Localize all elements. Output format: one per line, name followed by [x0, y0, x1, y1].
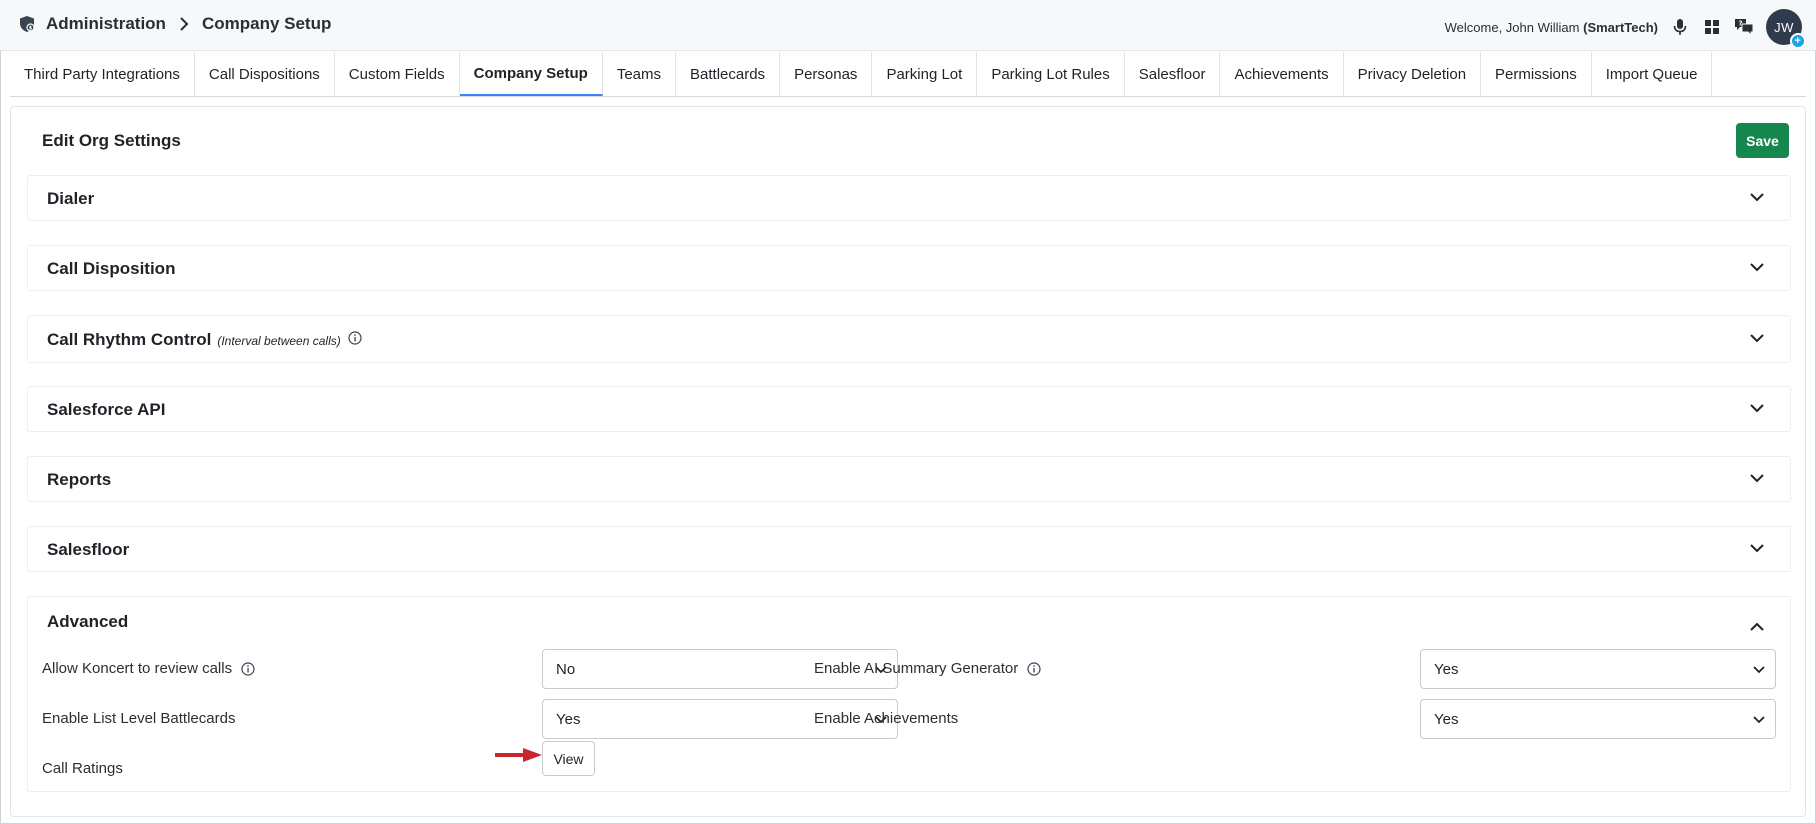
grid-icon[interactable]	[1702, 17, 1722, 37]
red-arrow-icon	[494, 747, 543, 768]
tab-personas[interactable]: Personas	[780, 52, 873, 96]
selected-value: Yes	[1434, 660, 1459, 678]
chevron-down-icon[interactable]	[1748, 399, 1766, 417]
welcome-text: Welcome, John William (SmartTech)	[1445, 20, 1658, 35]
section-call-rhythm-control[interactable]: Call Rhythm Control (Interval between ca…	[27, 315, 1791, 363]
tab-privacy-deletion[interactable]: Privacy Deletion	[1343, 52, 1482, 96]
save-button[interactable]: Save	[1736, 123, 1789, 158]
chevron-down-icon[interactable]	[1748, 329, 1766, 347]
chevron-down-icon[interactable]	[1748, 539, 1766, 557]
chevron-down-icon	[1751, 711, 1767, 727]
info-icon[interactable]	[347, 330, 363, 346]
breadcrumb: $ Administration Company Setup	[18, 14, 331, 34]
avatar-add-badge[interactable]: +	[1790, 33, 1806, 49]
info-icon[interactable]	[1026, 661, 1042, 677]
list-battlecards-label: Enable List Level Battlecards	[42, 710, 236, 727]
call-ratings-label: Call Ratings	[42, 760, 123, 777]
svg-text:?: ?	[1738, 20, 1742, 28]
header-actions: Welcome, John William (SmartTech) ? JW +	[1445, 9, 1806, 49]
tab-custom-fields[interactable]: Custom Fields	[334, 52, 460, 96]
section-title: Salesfloor	[47, 540, 130, 559]
achievements-select[interactable]: Yes	[1420, 699, 1776, 739]
shield-icon: $	[18, 15, 36, 33]
tab-achievements[interactable]: Achievements	[1220, 52, 1344, 96]
section-title: Advanced	[47, 612, 129, 631]
section-advanced: Advanced Allow Koncert to review calls N…	[27, 596, 1791, 792]
tab-battlecards[interactable]: Battlecards	[676, 52, 781, 96]
breadcrumb-root[interactable]: Administration	[46, 14, 166, 34]
section-title: Salesforce API	[47, 400, 166, 419]
tab-company-setup[interactable]: Company Setup	[459, 52, 603, 96]
tab-third-party-integrations[interactable]: Third Party Integrations	[10, 52, 195, 96]
avatar[interactable]: JW +	[1766, 9, 1806, 49]
admin-tabs: Third Party Integrations Call Dispositio…	[10, 52, 1806, 97]
tab-call-dispositions[interactable]: Call Dispositions	[194, 52, 335, 96]
selected-value: Yes	[556, 710, 581, 728]
page-title: Edit Org Settings	[42, 131, 181, 150]
svg-text:$: $	[29, 26, 33, 32]
section-reports[interactable]: Reports	[27, 456, 1791, 502]
selected-value: Yes	[1434, 710, 1459, 728]
section-title: Call Rhythm Control	[47, 330, 212, 349]
call-ratings-view-button[interactable]: View	[542, 741, 595, 776]
chevron-right-icon	[176, 16, 192, 32]
allow-review-label-group: Allow Koncert to review calls	[42, 660, 256, 677]
chevron-down-icon	[1751, 661, 1767, 677]
chevron-up-icon[interactable]	[1748, 617, 1766, 635]
avatar-initials: JW	[1774, 19, 1794, 35]
section-dialer[interactable]: Dialer	[27, 175, 1791, 221]
tab-parking-lot[interactable]: Parking Lot	[872, 52, 978, 96]
section-salesforce-api[interactable]: Salesforce API	[27, 386, 1791, 432]
tab-salesfloor[interactable]: Salesfloor	[1124, 52, 1221, 96]
allow-review-label: Allow Koncert to review calls	[42, 660, 233, 677]
welcome-user: Welcome, John William	[1444, 19, 1580, 35]
section-title-group: Call Rhythm Control (Interval between ca…	[47, 330, 363, 350]
section-call-disposition[interactable]: Call Disposition	[27, 245, 1791, 291]
section-title: Call Disposition	[47, 259, 176, 278]
top-header: $ Administration Company Setup Welcome, …	[0, 0, 1816, 51]
chat-icon[interactable]: ?	[1734, 17, 1754, 37]
info-icon[interactable]	[240, 661, 256, 677]
tab-import-queue[interactable]: Import Queue	[1591, 52, 1713, 96]
ai-summary-label: Enable AI Summary Generator	[814, 660, 1019, 677]
microphone-icon[interactable]	[1670, 17, 1690, 37]
section-title: Reports	[47, 470, 112, 489]
selected-value: No	[556, 660, 576, 678]
chevron-down-icon[interactable]	[1748, 469, 1766, 487]
chevron-down-icon[interactable]	[1748, 258, 1766, 276]
section-title: Dialer	[47, 189, 95, 208]
achievements-label: Enable Achievements	[814, 710, 959, 727]
tab-parking-lot-rules[interactable]: Parking Lot Rules	[977, 52, 1125, 96]
tab-teams[interactable]: Teams	[602, 52, 677, 96]
section-salesfloor[interactable]: Salesfloor	[27, 526, 1791, 572]
ai-summary-select[interactable]: Yes	[1420, 649, 1776, 689]
breadcrumb-current: Company Setup	[201, 14, 332, 33]
tab-permissions[interactable]: Permissions	[1481, 52, 1592, 96]
ai-summary-label-group: Enable AI Summary Generator	[814, 660, 1042, 677]
chevron-down-icon[interactable]	[1748, 188, 1766, 206]
org-settings-card: Edit Org Settings Save Dialer Call Dispo…	[10, 106, 1806, 817]
welcome-org: (SmartTech)	[1583, 19, 1658, 35]
section-subtitle: (Interval between calls)	[217, 334, 341, 348]
